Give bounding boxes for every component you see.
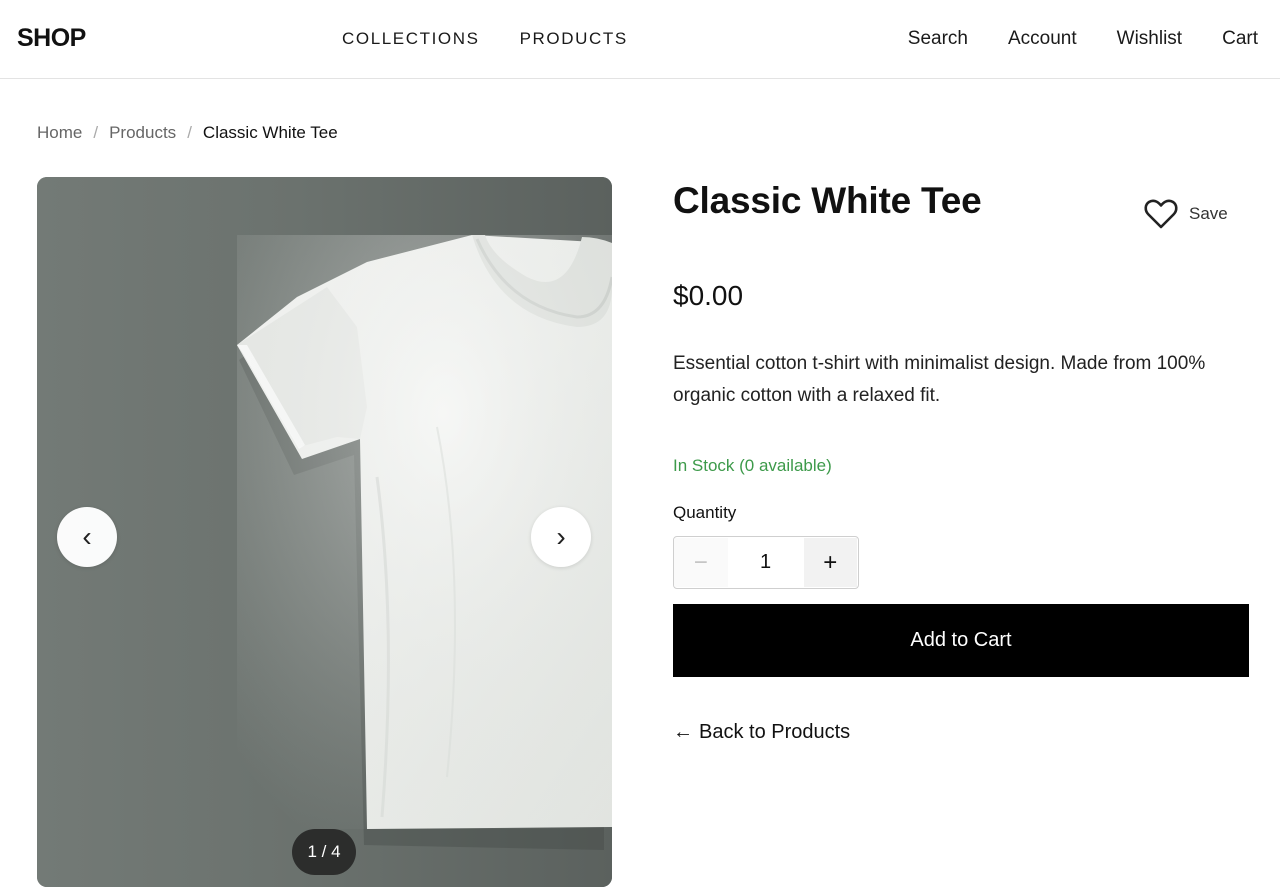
gallery-counter: 1 / 4	[292, 829, 356, 875]
quantity-increase-button[interactable]: +	[803, 538, 857, 587]
gallery-next-button[interactable]: ›	[531, 507, 591, 567]
quantity-label: Quantity	[673, 503, 737, 522]
back-to-products-link[interactable]: ← Back to Products	[673, 721, 850, 744]
breadcrumb-home[interactable]: Home	[37, 123, 82, 143]
arrow-left-icon: ←	[673, 721, 693, 743]
logo[interactable]: SHOP	[17, 24, 86, 53]
heart-icon	[1144, 199, 1178, 229]
back-to-products-label: Back to Products	[699, 721, 851, 743]
product-description: Essential cotton t-shirt with minimalist…	[673, 353, 1206, 406]
product-title: Classic White Tee	[673, 180, 982, 221]
site-header: SHOP COLLECTIONS PRODUCTS Search Account…	[0, 0, 1280, 79]
nav-wishlist[interactable]: Wishlist	[1117, 28, 1182, 50]
save-label: Save	[1189, 204, 1228, 223]
gallery-prev-button[interactable]: ‹	[57, 507, 117, 567]
add-to-cart-button[interactable]: Add to Cart	[673, 604, 1249, 677]
product-image	[37, 177, 612, 887]
nav-collections[interactable]: COLLECTIONS	[342, 29, 480, 49]
quantity-input[interactable]	[727, 551, 804, 574]
chevron-right-icon: ›	[556, 521, 566, 552]
nav-search[interactable]: Search	[908, 28, 968, 50]
breadcrumb: Home / Products / Classic White Tee	[37, 123, 338, 143]
stock-status: In Stock (0 available)	[673, 456, 832, 475]
quantity-decrease-button[interactable]: −	[674, 538, 728, 587]
user-nav: Search Account Wishlist Cart	[908, 28, 1258, 50]
nav-cart[interactable]: Cart	[1222, 28, 1258, 50]
product-price: $0.00	[673, 280, 744, 311]
nav-products[interactable]: PRODUCTS	[520, 29, 628, 49]
breadcrumb-products[interactable]: Products	[109, 123, 176, 143]
save-button[interactable]: Save	[1143, 198, 1228, 230]
nav-account[interactable]: Account	[1008, 28, 1077, 50]
quantity-stepper: − +	[673, 536, 859, 589]
breadcrumb-current: Classic White Tee	[202, 123, 338, 142]
main-nav: COLLECTIONS PRODUCTS	[342, 29, 628, 49]
breadcrumb-separator: /	[187, 123, 192, 142]
chevron-left-icon: ‹	[82, 521, 92, 552]
product-gallery: ‹ › 1 / 4	[37, 177, 612, 887]
breadcrumb-separator: /	[93, 123, 99, 142]
